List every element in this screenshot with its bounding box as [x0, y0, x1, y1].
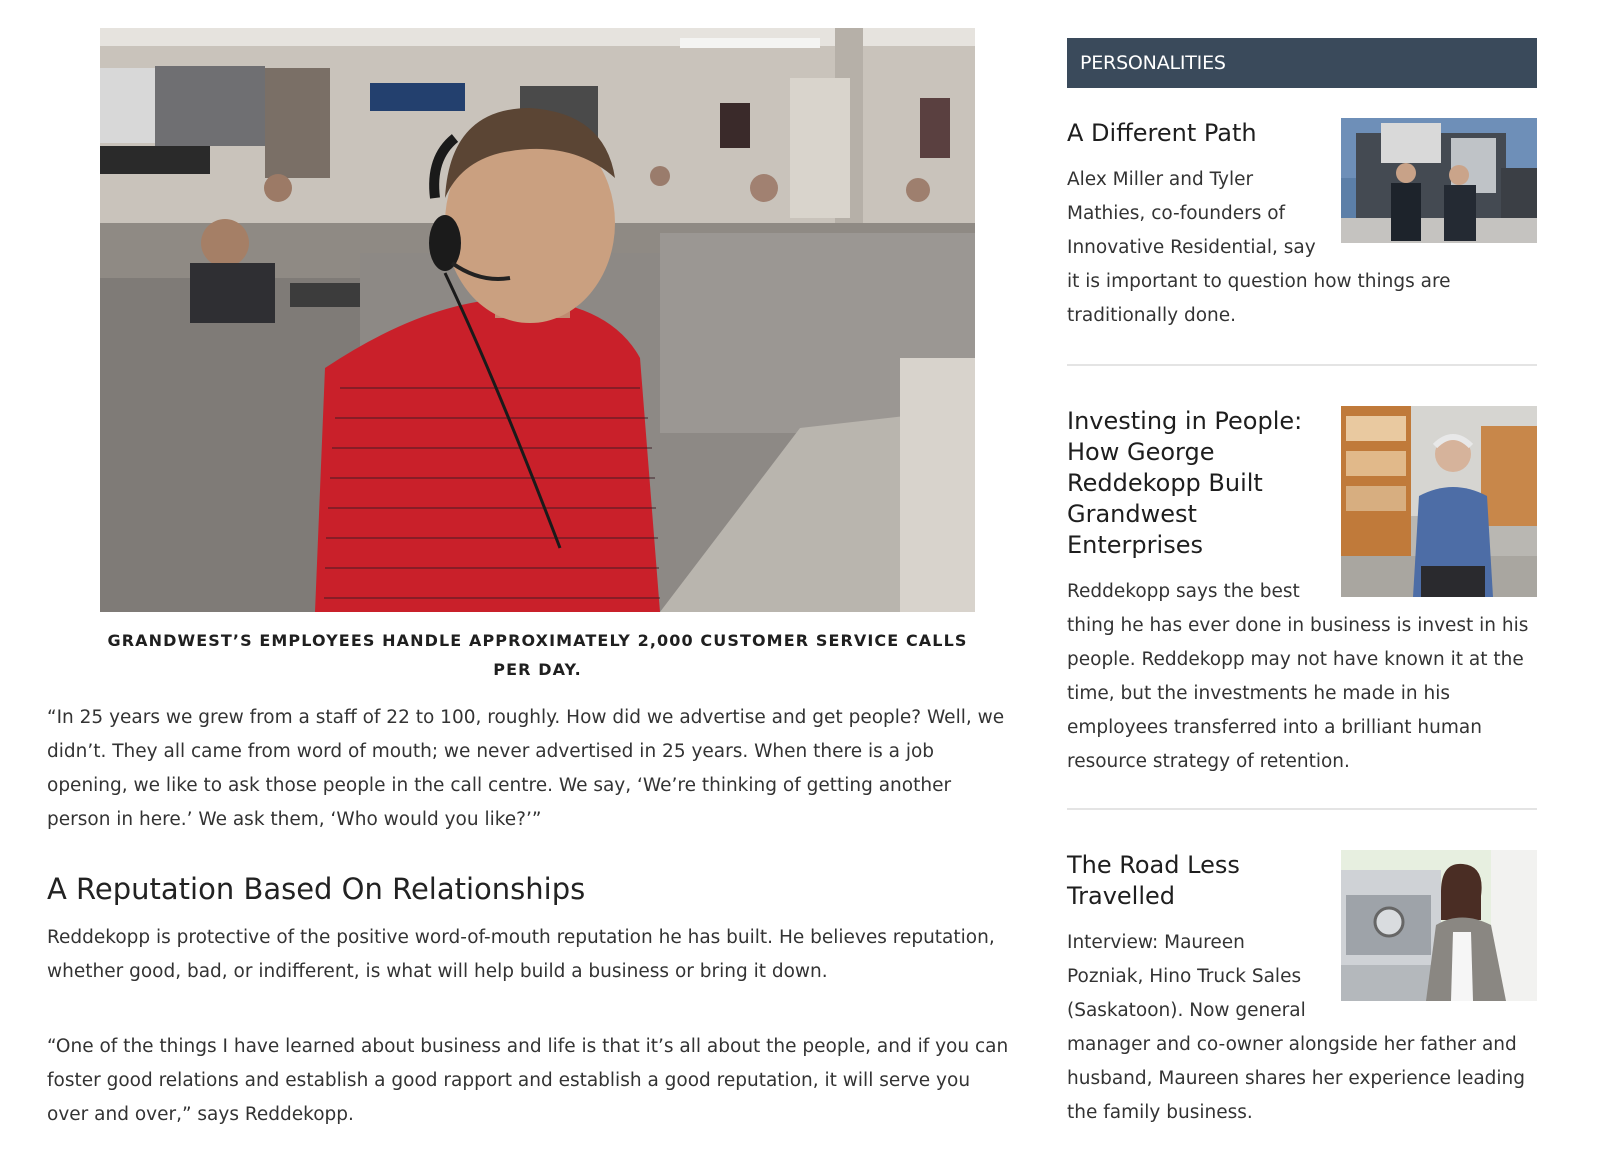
- personality-card-investing-in-people[interactable]: Investing in People: How George Reddekop…: [1067, 406, 1537, 779]
- article-paragraph-quote-people: “One of the things I have learned about …: [47, 1036, 1009, 1125]
- sidebar-personalities: PERSONALITIES A Different Path Alex Mill…: [1067, 38, 1537, 1123]
- personality-card-road-less-travelled[interactable]: The Road Less Travelled Interview: Maure…: [1067, 850, 1537, 1130]
- card-divider: [1067, 808, 1537, 810]
- card-excerpt-investing-in-people: Reddekopp says the best thing he has eve…: [1067, 575, 1537, 779]
- hero-photo-caption: Grandwest’s employees handle approximate…: [107, 631, 968, 679]
- card-thumbnail-building-founders[interactable]: [1341, 118, 1537, 243]
- card-title-a-different-path[interactable]: A Different Path: [1067, 118, 1317, 149]
- sidebar-header: PERSONALITIES: [1067, 38, 1537, 88]
- card-thumbnail-truck-portrait[interactable]: [1341, 850, 1537, 1001]
- card-thumbnail-warehouse-portrait[interactable]: [1341, 406, 1537, 597]
- hero-photo-call-centre: [100, 28, 975, 612]
- personality-card-a-different-path[interactable]: A Different Path Alex Miller and Tyler M…: [1067, 118, 1537, 333]
- card-divider: [1067, 364, 1537, 366]
- article-paragraph-quote-growth: “In 25 years we grew from a staff of 22 …: [47, 707, 1005, 830]
- article-paragraph-reputation: Reddekopp is protective of the positive …: [47, 927, 995, 982]
- card-title-road-less-travelled[interactable]: The Road Less Travelled: [1067, 850, 1317, 912]
- card-excerpt-text: Reddekopp says the best thing he has eve…: [1067, 581, 1529, 772]
- card-title-investing-in-people[interactable]: Investing in People: How George Reddekop…: [1067, 406, 1317, 561]
- section-heading: A Reputation Based On Relationships: [47, 872, 586, 906]
